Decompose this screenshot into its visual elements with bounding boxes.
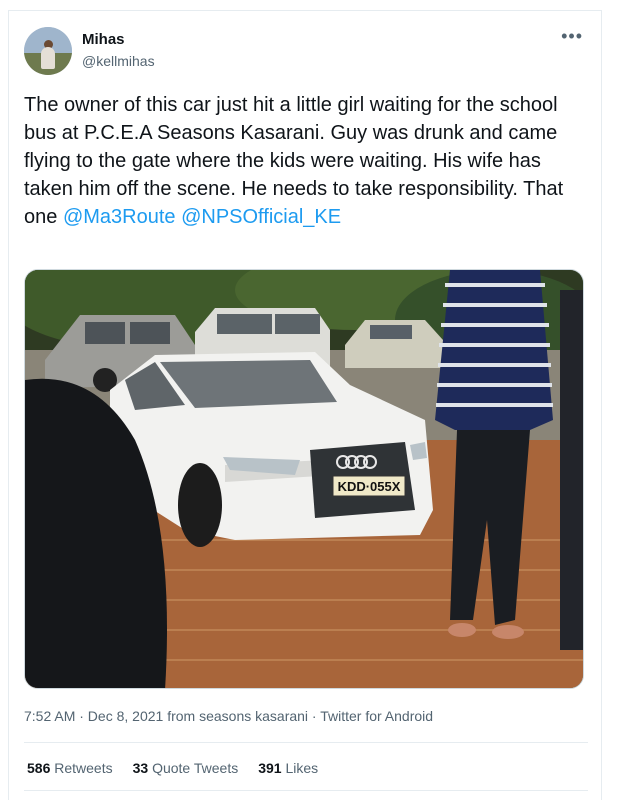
mention-npsofficial[interactable]: @NPSOfficial_KE [181, 206, 341, 228]
author-display-name[interactable]: Mihas [82, 31, 125, 48]
retweets-label: Retweets [54, 760, 113, 776]
photo-image: KDD·055X [25, 270, 583, 688]
tweet-text: The owner of this car just hit a little … [24, 91, 589, 231]
quote-tweets-stat[interactable]: 33 Quote Tweets [133, 760, 239, 776]
quote-tweets-label: Quote Tweets [152, 760, 239, 776]
likes-label: Likes [285, 760, 319, 776]
author-handle[interactable]: @kellmihas [82, 53, 155, 69]
mention-ma3route[interactable]: @Ma3Route [63, 206, 176, 228]
avatar[interactable] [24, 27, 72, 75]
divider-top [24, 742, 588, 743]
divider-bottom [24, 790, 588, 791]
license-plate-text: KDD·055X [338, 479, 401, 494]
tweet-card: Mihas @kellmihas ••• The owner of this c… [8, 10, 602, 800]
quote-tweets-count: 33 [132, 760, 149, 776]
tweet-photo[interactable]: KDD·055X [24, 269, 584, 689]
more-options-icon[interactable]: ••• [561, 27, 583, 45]
tweet-stats: 586 Retweets 33 Quote Tweets 391 Likes [27, 760, 318, 776]
likes-count: 391 [258, 760, 282, 776]
retweets-count: 586 [27, 760, 51, 776]
tweet-timestamp[interactable]: 7:52 AM · Dec 8, 2021 from seasons kasar… [24, 708, 433, 724]
retweets-stat[interactable]: 586 Retweets [27, 760, 113, 776]
likes-stat[interactable]: 391 Likes [258, 760, 318, 776]
